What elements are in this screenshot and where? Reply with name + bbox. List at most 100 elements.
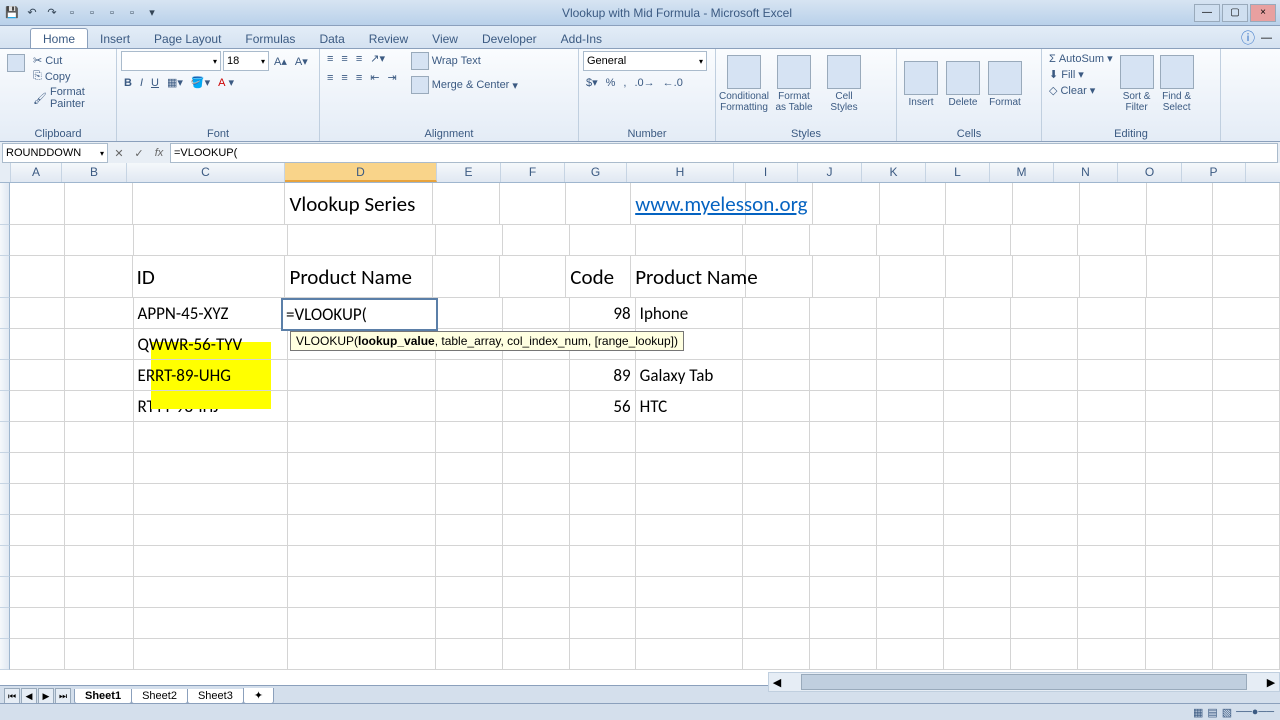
sheet-nav-last[interactable]: ⏭ xyxy=(55,688,71,704)
cell[interactable] xyxy=(1078,546,1145,577)
cell[interactable] xyxy=(65,360,133,391)
fill-button[interactable]: ⬇ Fill▾ xyxy=(1046,67,1116,82)
qat-icon[interactable]: ▫ xyxy=(84,5,100,21)
cell[interactable] xyxy=(877,329,944,360)
cell[interactable] xyxy=(134,484,288,515)
cell[interactable] xyxy=(436,484,503,515)
row-header[interactable] xyxy=(0,360,10,391)
font-color-button[interactable]: A▾ xyxy=(215,75,237,90)
help-icon[interactable]: ⓘ xyxy=(1241,28,1255,48)
row-header[interactable] xyxy=(0,422,10,453)
cell[interactable] xyxy=(134,608,288,639)
cell[interactable] xyxy=(10,391,65,422)
cell[interactable] xyxy=(436,298,503,329)
cell[interactable] xyxy=(1213,546,1280,577)
cell[interactable] xyxy=(944,453,1011,484)
cell[interactable] xyxy=(636,422,743,453)
cell[interactable] xyxy=(65,546,133,577)
enter-formula-button[interactable]: ✓ xyxy=(130,144,148,162)
row-header[interactable] xyxy=(0,577,10,608)
col-header[interactable]: J xyxy=(798,163,862,182)
cell[interactable] xyxy=(877,225,944,256)
col-header-selected[interactable]: D xyxy=(285,163,437,182)
clear-button[interactable]: ◇ Clear▾ xyxy=(1046,83,1116,98)
cell[interactable] xyxy=(10,298,65,329)
tab-page-layout[interactable]: Page Layout xyxy=(142,29,233,48)
col-header[interactable]: B xyxy=(62,163,127,182)
cell[interactable] xyxy=(1078,577,1145,608)
tab-view[interactable]: View xyxy=(420,29,470,48)
row-header[interactable] xyxy=(0,391,10,422)
cell[interactable] xyxy=(746,183,813,225)
cell[interactable] xyxy=(636,225,743,256)
cell[interactable] xyxy=(65,453,133,484)
cell[interactable] xyxy=(946,183,1013,225)
cell[interactable] xyxy=(1080,256,1147,298)
cell-prod[interactable]: HTC xyxy=(636,391,743,422)
cell[interactable] xyxy=(877,298,944,329)
cell-id[interactable]: QWWR-56-TYV xyxy=(134,329,288,360)
col-header[interactable]: H xyxy=(627,163,734,182)
select-all-corner[interactable] xyxy=(0,163,11,182)
cell[interactable] xyxy=(743,546,810,577)
cell[interactable] xyxy=(436,360,503,391)
cell[interactable] xyxy=(1011,298,1078,329)
cell[interactable] xyxy=(503,639,570,670)
cell[interactable] xyxy=(1213,256,1280,298)
cell[interactable] xyxy=(877,391,944,422)
row-header[interactable] xyxy=(0,608,10,639)
cell[interactable] xyxy=(436,577,503,608)
cell[interactable] xyxy=(1213,225,1280,256)
cell[interactable] xyxy=(503,453,570,484)
find-select-button[interactable]: Find & Select xyxy=(1158,51,1196,117)
row-header[interactable] xyxy=(0,183,10,225)
cell[interactable] xyxy=(134,577,288,608)
cell[interactable] xyxy=(10,225,65,256)
cell[interactable] xyxy=(1213,577,1280,608)
cell[interactable] xyxy=(1146,546,1213,577)
cell[interactable] xyxy=(810,639,877,670)
sheet-tab[interactable]: Sheet2 xyxy=(131,689,188,704)
sheet-nav-first[interactable]: ⏮ xyxy=(4,688,20,704)
conditional-formatting-button[interactable]: Conditional Formatting xyxy=(720,51,768,117)
align-middle-button[interactable]: ≡ xyxy=(338,51,350,66)
cell[interactable] xyxy=(810,484,877,515)
row-header[interactable] xyxy=(0,515,10,546)
cell[interactable] xyxy=(500,256,567,298)
cell[interactable] xyxy=(746,256,813,298)
cell[interactable] xyxy=(944,608,1011,639)
cell[interactable] xyxy=(1011,360,1078,391)
cell[interactable] xyxy=(1213,391,1280,422)
cell[interactable] xyxy=(134,546,288,577)
cell[interactable] xyxy=(877,422,944,453)
cell[interactable] xyxy=(743,515,810,546)
cell[interactable] xyxy=(877,484,944,515)
cell[interactable] xyxy=(10,515,65,546)
cell[interactable] xyxy=(503,484,570,515)
cell[interactable] xyxy=(1213,422,1280,453)
cell[interactable] xyxy=(288,453,436,484)
name-box[interactable]: ROUNDDOWN▾ xyxy=(2,143,108,163)
cell[interactable] xyxy=(288,577,436,608)
cell-code[interactable]: 56 xyxy=(570,391,635,422)
cell[interactable] xyxy=(436,639,503,670)
cell[interactable] xyxy=(503,577,570,608)
cell[interactable] xyxy=(1078,484,1145,515)
qat-icon[interactable]: ▫ xyxy=(124,5,140,21)
cell[interactable] xyxy=(1146,484,1213,515)
cell[interactable] xyxy=(944,639,1011,670)
row-header[interactable] xyxy=(0,225,10,256)
cell[interactable] xyxy=(65,422,133,453)
cell-header-code[interactable]: Code xyxy=(566,256,631,298)
col-header[interactable]: O xyxy=(1118,163,1182,182)
cell[interactable] xyxy=(503,546,570,577)
cell[interactable] xyxy=(500,183,567,225)
cell[interactable] xyxy=(288,484,436,515)
cell[interactable] xyxy=(1078,422,1145,453)
cell[interactable] xyxy=(436,453,503,484)
cell[interactable] xyxy=(1213,608,1280,639)
cell[interactable] xyxy=(1213,639,1280,670)
cell[interactable] xyxy=(1146,225,1213,256)
cell[interactable] xyxy=(65,484,133,515)
cell[interactable] xyxy=(1213,515,1280,546)
